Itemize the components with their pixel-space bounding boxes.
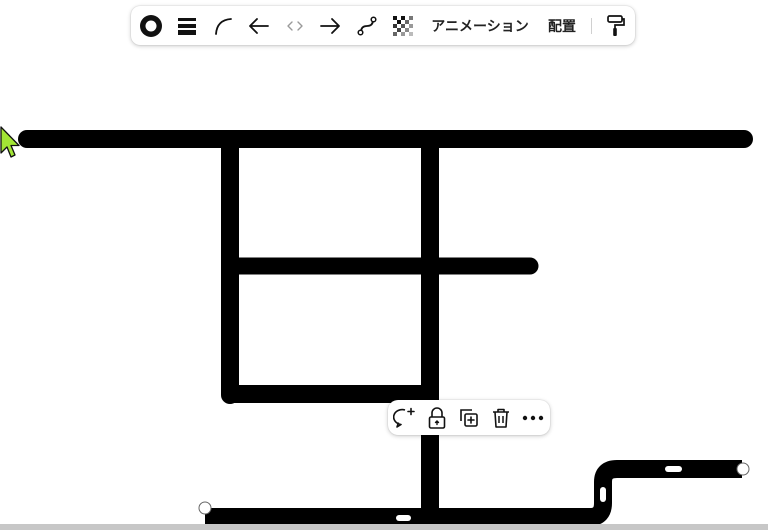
path-connector-icon bbox=[357, 15, 377, 36]
connector-style-button[interactable] bbox=[354, 12, 380, 39]
stroke-color-button[interactable] bbox=[138, 12, 164, 39]
endpoint-handle-end[interactable] bbox=[736, 462, 750, 476]
stroke-weight-icon bbox=[178, 17, 196, 35]
lock-button[interactable] bbox=[424, 405, 450, 431]
duplicate-button[interactable] bbox=[456, 405, 482, 431]
animation-button[interactable]: アニメーション bbox=[430, 12, 530, 39]
duplicate-icon bbox=[460, 409, 478, 427]
delete-button[interactable] bbox=[488, 405, 514, 431]
drawing-layer bbox=[18, 130, 753, 526]
pointer-cursor-icon bbox=[0, 126, 20, 158]
more-dots-icon bbox=[522, 415, 544, 421]
segment-handle-top[interactable] bbox=[665, 466, 682, 472]
add-comment-icon bbox=[393, 407, 415, 428]
transparency-button[interactable] bbox=[390, 12, 416, 39]
design-canvas[interactable]: アニメーション 配置 bbox=[0, 0, 768, 530]
add-comment-button[interactable] bbox=[392, 405, 418, 431]
checkerboard-icon bbox=[393, 15, 413, 36]
copy-style-button[interactable] bbox=[603, 12, 629, 39]
more-options-button[interactable] bbox=[520, 405, 546, 431]
endpoint-handle-start[interactable] bbox=[198, 501, 212, 515]
trash-icon bbox=[493, 408, 509, 428]
stroke-weight-button[interactable] bbox=[174, 12, 200, 39]
curve-line-icon bbox=[215, 17, 232, 35]
swap-ends-button[interactable] bbox=[282, 12, 308, 39]
line-type-curve-button[interactable] bbox=[210, 12, 236, 39]
arrow-left-icon bbox=[249, 17, 269, 34]
arrow-right-icon bbox=[320, 17, 340, 34]
line-start-button[interactable] bbox=[246, 12, 272, 39]
segment-handle-vertical[interactable] bbox=[600, 487, 606, 502]
line-style-toolbar: アニメーション 配置 bbox=[131, 6, 635, 45]
arrange-button[interactable]: 配置 bbox=[545, 12, 579, 39]
line-end-button[interactable] bbox=[317, 12, 343, 39]
selected-elbow-connector[interactable] bbox=[205, 460, 742, 526]
segment-handle-bottom[interactable] bbox=[396, 515, 411, 521]
canvas-bottom-bar bbox=[0, 524, 768, 530]
paint-roller-icon bbox=[607, 14, 625, 36]
toolbar-divider bbox=[591, 18, 592, 34]
code-brackets-icon bbox=[287, 20, 303, 31]
element-context-menu bbox=[388, 400, 550, 435]
filled-circle-icon bbox=[140, 14, 162, 37]
lock-icon bbox=[428, 407, 446, 429]
